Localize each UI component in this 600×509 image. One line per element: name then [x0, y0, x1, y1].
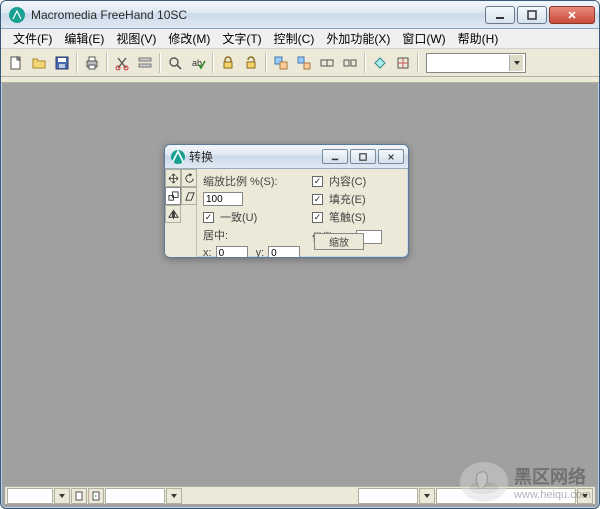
dialog-icon — [171, 150, 185, 164]
rotate-tool[interactable] — [181, 169, 197, 187]
status-info — [436, 488, 576, 504]
split-button[interactable] — [339, 52, 361, 74]
content-checkbox[interactable] — [312, 176, 323, 187]
x-label: x: — [203, 247, 212, 258]
app-icon — [9, 7, 25, 23]
transform-dialog: 转换 缩放比例 %(S): 一致 — [164, 144, 409, 258]
move-tool[interactable] — [165, 169, 181, 187]
menu-xtras[interactable]: 外加功能(X) — [320, 28, 396, 49]
cut-button[interactable] — [111, 52, 133, 74]
menu-text[interactable]: 文字(T) — [216, 28, 267, 49]
scale-label: 缩放比例 %(S): — [203, 173, 278, 189]
dialog-minimize-button[interactable] — [322, 149, 348, 164]
center-label: 居中: — [203, 227, 228, 243]
dialog-title: 转换 — [189, 148, 320, 165]
status-dropdown-2[interactable] — [166, 488, 182, 504]
chevron-down-icon — [509, 55, 523, 71]
find-button[interactable] — [164, 52, 186, 74]
y-label: y: — [256, 247, 265, 258]
x-input[interactable] — [216, 246, 248, 258]
status-dropdown-4[interactable] — [577, 488, 593, 504]
reflect-tool[interactable] — [165, 205, 181, 223]
dialog-maximize-button[interactable] — [350, 149, 376, 164]
apply-button[interactable]: 缩放 — [314, 233, 364, 250]
content-label: 内容(C) — [329, 173, 366, 189]
options-button[interactable] — [134, 52, 156, 74]
status-dropdown-3[interactable] — [419, 488, 435, 504]
statusbar — [5, 486, 595, 504]
close-button[interactable] — [549, 6, 595, 24]
menu-help[interactable]: 帮助(H) — [452, 28, 505, 49]
status-page-next[interactable] — [88, 488, 104, 504]
fill-label: 填充(E) — [329, 191, 366, 207]
align-button[interactable] — [392, 52, 414, 74]
toolbar: ab — [1, 49, 599, 77]
spellcheck-button[interactable]: ab — [187, 52, 209, 74]
status-dropdown-1[interactable] — [54, 488, 70, 504]
style-dropdown[interactable] — [426, 53, 526, 73]
scale-tool[interactable] — [165, 187, 181, 205]
y-input[interactable] — [268, 246, 300, 258]
skew-tool[interactable] — [181, 187, 197, 205]
status-zoom[interactable] — [105, 488, 165, 504]
separator — [106, 53, 108, 73]
open-button[interactable] — [28, 52, 50, 74]
lock-button[interactable] — [217, 52, 239, 74]
dialog-close-button[interactable] — [378, 149, 404, 164]
maximize-button[interactable] — [517, 6, 547, 24]
menu-view[interactable]: 视图(V) — [110, 28, 162, 49]
new-button[interactable] — [5, 52, 27, 74]
menu-file[interactable]: 文件(F) — [7, 28, 58, 49]
main-window: Macromedia FreeHand 10SC 文件(F) 编辑(E) 视图(… — [0, 0, 600, 509]
menu-window[interactable]: 窗口(W) — [396, 28, 451, 49]
uniform-label: 一致(U) — [220, 209, 257, 225]
unlock-button[interactable] — [240, 52, 262, 74]
fill-checkbox[interactable] — [312, 194, 323, 205]
separator — [265, 53, 267, 73]
group-button[interactable] — [270, 52, 292, 74]
print-button[interactable] — [81, 52, 103, 74]
separator — [159, 53, 161, 73]
separator — [364, 53, 366, 73]
menu-edit[interactable]: 编辑(E) — [58, 28, 110, 49]
scale-input[interactable] — [203, 192, 243, 206]
menu-control[interactable]: 控制(C) — [268, 28, 321, 49]
titlebar: Macromedia FreeHand 10SC — [1, 1, 599, 29]
menubar: 文件(F) 编辑(E) 视图(V) 修改(M) 文字(T) 控制(C) 外加功能… — [1, 29, 599, 49]
stroke-label: 笔触(S) — [329, 209, 366, 225]
uniform-checkbox[interactable] — [203, 212, 214, 223]
stroke-checkbox[interactable] — [312, 212, 323, 223]
window-title: Macromedia FreeHand 10SC — [31, 8, 483, 22]
separator — [417, 53, 419, 73]
status-page-prev[interactable] — [71, 488, 87, 504]
separator — [212, 53, 214, 73]
transform-button[interactable] — [369, 52, 391, 74]
join-button[interactable] — [316, 52, 338, 74]
save-button[interactable] — [51, 52, 73, 74]
dialog-tool-palette — [165, 169, 197, 257]
dialog-titlebar[interactable]: 转换 — [165, 145, 408, 169]
minimize-button[interactable] — [485, 6, 515, 24]
ungroup-button[interactable] — [293, 52, 315, 74]
separator — [76, 53, 78, 73]
status-units[interactable] — [7, 488, 53, 504]
status-mode[interactable] — [358, 488, 418, 504]
menu-modify[interactable]: 修改(M) — [162, 28, 216, 49]
dialog-content: 缩放比例 %(S): 一致(U) 居中: x: y: — [197, 169, 408, 257]
